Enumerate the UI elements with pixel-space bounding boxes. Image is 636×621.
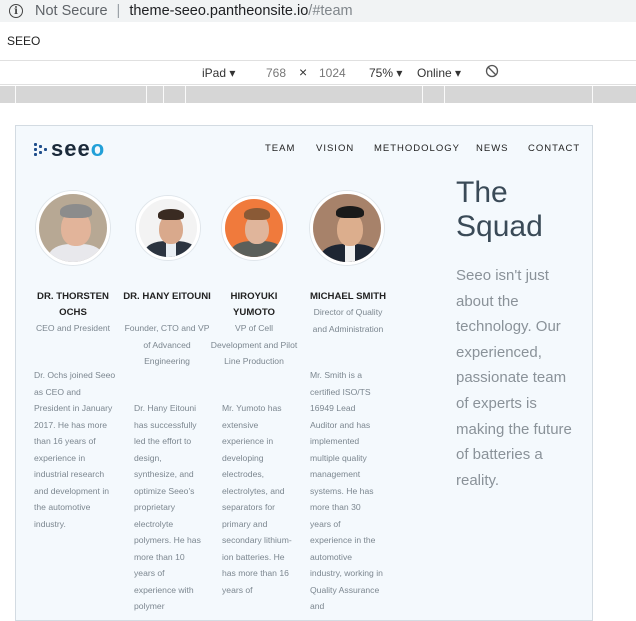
member-bio: Mr. Smith is a certified ISO/TS 16949 Le…: [310, 370, 383, 611]
url-host[interactable]: theme-seeo.pantheonsite.io: [129, 3, 308, 19]
info-icon[interactable]: i: [9, 4, 23, 18]
member-role: CEO and President: [35, 323, 111, 333]
nav-contact[interactable]: CONTACT: [528, 143, 580, 154]
member-name: HIROYUKI YUMOTO: [230, 291, 278, 318]
width-input[interactable]: 768: [266, 66, 286, 80]
address-bar[interactable]: i Not Secure | theme-seeo.pantheonsite.i…: [0, 0, 636, 22]
member-name: DR. HANY EITOUNI: [123, 291, 211, 302]
avatar-michael-smith: [310, 191, 384, 265]
avatar-hany-eitouni: [136, 196, 200, 260]
zoom-value: 75%: [369, 66, 394, 80]
device-toolbar: iPad ▾ 768 × 1024 75% ▾ Online ▾: [0, 60, 636, 85]
security-label: Not Secure: [35, 3, 108, 19]
nav-news[interactable]: NEWS: [476, 143, 509, 154]
height-input[interactable]: 1024: [319, 66, 346, 80]
squad-heading-line2: Squad: [456, 210, 543, 243]
member-bio: Dr. Hany Eitouni has successfully led th…: [134, 403, 201, 611]
member-name: DR. THORSTEN OCHS: [37, 291, 109, 318]
dimension-x-icon: ×: [299, 64, 308, 80]
url-path[interactable]: /#team: [308, 3, 352, 19]
member-name: MICHAEL SMITH: [309, 291, 387, 302]
network-value: Online: [417, 66, 452, 80]
device-select[interactable]: iPad ▾: [202, 66, 235, 80]
emulated-viewport: seeo TEAM VISION METHODOLOGY NEWS CONTAC…: [15, 125, 593, 621]
device-name: iPad: [202, 66, 227, 80]
site-logo[interactable]: seeo: [34, 136, 106, 161]
rotate-icon[interactable]: [485, 64, 499, 81]
nav-methodology[interactable]: METHODOLOGY: [374, 143, 460, 154]
member-role: Director of Quality and Administration: [312, 307, 384, 334]
avatar-thorsten-ochs: [36, 191, 110, 265]
avatar-hiroyuki-yumoto: [222, 196, 286, 260]
logo-mark-icon: [34, 142, 47, 156]
nav-vision[interactable]: VISION: [316, 143, 354, 154]
media-query-ruler[interactable]: [0, 86, 636, 103]
squad-description: Seeo isn't just about the technology. Ou…: [456, 267, 572, 489]
zoom-select[interactable]: 75% ▾: [369, 66, 402, 80]
page-tab-title: SEEO: [7, 34, 41, 48]
member-bio: Mr. Yumoto has extensive experience in d…: [222, 403, 292, 595]
squad-heading-line1: The: [456, 176, 508, 209]
member-bio: Dr. Ochs joined Seeo as CEO and Presiden…: [34, 370, 116, 529]
logo-wordmark: seeo: [51, 136, 106, 161]
address-separator: |: [116, 3, 121, 19]
nav-team[interactable]: TEAM: [265, 143, 295, 154]
squad-heading: The Squad: [456, 176, 543, 244]
member-role: Founder, CTO and VP of Advanced Engineer…: [124, 323, 210, 366]
member-role: VP of Cell Development and Pilot Line Pr…: [210, 323, 298, 366]
network-select[interactable]: Online ▾: [417, 66, 461, 80]
